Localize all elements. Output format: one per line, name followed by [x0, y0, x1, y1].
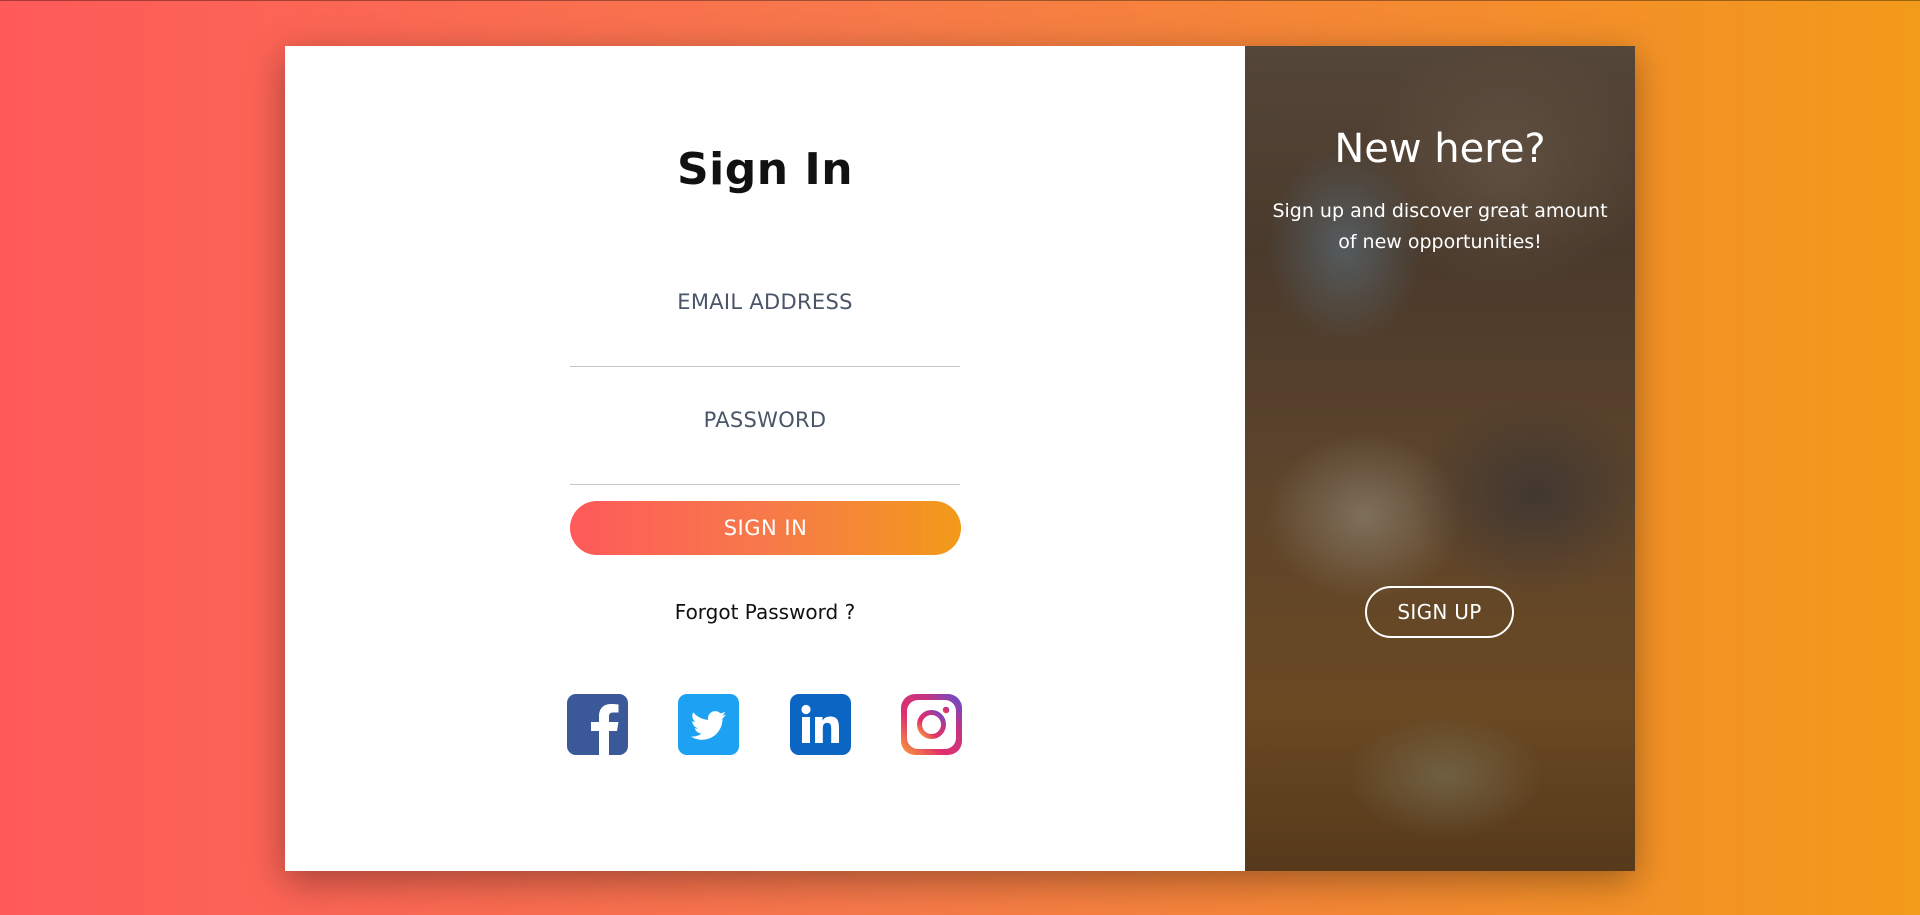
signin-title: Sign In — [676, 144, 854, 195]
email-field-group: EMAIL ADDRESS — [570, 290, 960, 367]
forgot-password-link[interactable]: Forgot Password ? — [285, 600, 1245, 624]
twitter-icon[interactable] — [678, 694, 739, 755]
promo-panel: New here? Sign up and discover great amo… — [1245, 46, 1635, 871]
auth-card: Sign In EMAIL ADDRESS PASSWORD SIGN IN F… — [285, 46, 1635, 871]
promo-title: New here? — [1334, 126, 1546, 172]
password-field-group: PASSWORD — [570, 408, 960, 485]
sign-up-button[interactable]: SIGN UP — [1365, 586, 1514, 638]
password-label: PASSWORD — [703, 408, 827, 432]
email-input[interactable] — [570, 322, 960, 367]
password-input[interactable] — [570, 440, 960, 485]
facebook-icon[interactable] — [567, 694, 628, 755]
top-border — [0, 0, 1920, 1]
linkedin-icon[interactable] — [790, 694, 851, 755]
promo-subtitle: Sign up and discover great amount of new… — [1272, 200, 1608, 253]
sign-in-button[interactable]: SIGN IN — [570, 501, 961, 555]
signin-panel: Sign In EMAIL ADDRESS PASSWORD SIGN IN F… — [285, 46, 1245, 871]
instagram-icon[interactable] — [901, 694, 962, 755]
email-label: EMAIL ADDRESS — [677, 290, 853, 314]
